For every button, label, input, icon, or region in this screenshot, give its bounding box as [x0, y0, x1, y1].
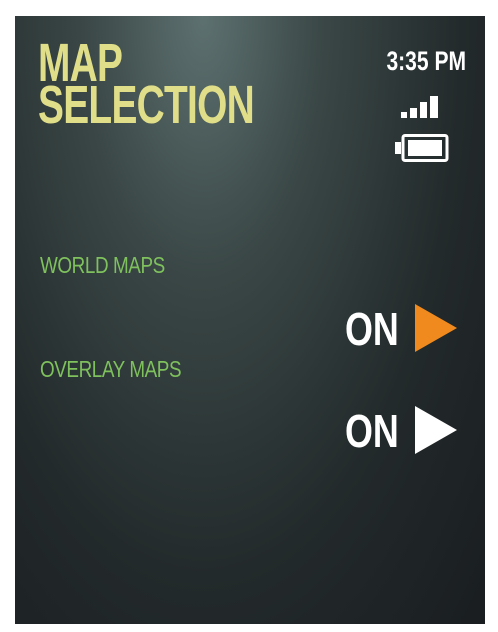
play-arrow-icon [415, 304, 457, 352]
overlay-maps-value: ON [345, 405, 399, 457]
page-title-line2: SELECTION [38, 75, 255, 135]
page-title: MAP SELECTION [38, 36, 255, 135]
play-arrow-icon [415, 406, 457, 454]
status-clock: 3:35 PM [386, 46, 466, 76]
battery-icon [395, 134, 449, 162]
world-maps-value: ON [345, 303, 399, 355]
overlay-maps-label: OVERLAY MAPS [40, 356, 182, 382]
overlay-maps-toggle[interactable]: ON [345, 402, 460, 458]
world-maps-toggle[interactable]: ON [345, 300, 460, 356]
world-maps-label: WORLD MAPS [40, 252, 165, 278]
device-screen: MAP SELECTION 3:35 PM WORLD MAPS ON OVER… [15, 16, 485, 624]
signal-icon [401, 96, 438, 118]
